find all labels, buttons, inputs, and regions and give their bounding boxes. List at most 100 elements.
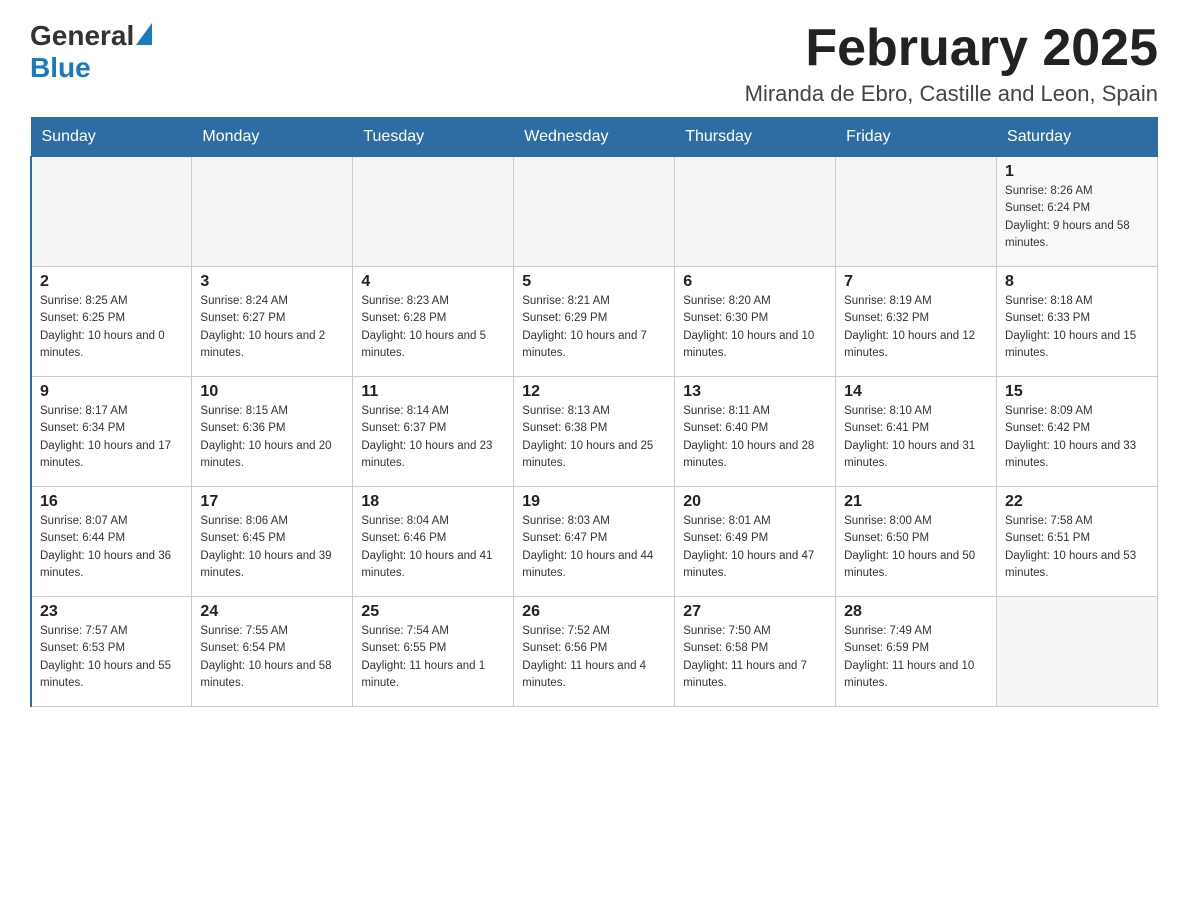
day-number: 21 bbox=[844, 493, 988, 511]
day-number: 25 bbox=[361, 603, 505, 621]
day-info: Sunrise: 8:18 AMSunset: 6:33 PMDaylight:… bbox=[1005, 293, 1149, 362]
day-cell: 2Sunrise: 8:25 AMSunset: 6:25 PMDaylight… bbox=[31, 267, 192, 377]
day-info: Sunrise: 8:25 AMSunset: 6:25 PMDaylight:… bbox=[40, 293, 183, 362]
day-number: 5 bbox=[522, 273, 666, 291]
week-row-4: 16 Sunrise: 8:07 AMSunset: 6:44 PMDayligh… bbox=[31, 487, 1158, 597]
day-cell bbox=[836, 157, 997, 267]
day-number: 15 bbox=[1005, 383, 1149, 401]
day-info: Sunrise: 8:13 AMSunset: 6:38 PMDaylight:… bbox=[522, 403, 666, 472]
day-cell: 10 Sunrise: 8:15 AMSunset: 6:36 PMDayligh… bbox=[192, 377, 353, 487]
day-number: 4 bbox=[361, 273, 505, 291]
day-cell: 11 Sunrise: 8:14 AMSunset: 6:37 PMDayligh… bbox=[353, 377, 514, 487]
day-info: Sunrise: 8:14 AMSunset: 6:37 PMDaylight:… bbox=[361, 403, 505, 472]
day-info: Sunrise: 8:23 AMSunset: 6:28 PMDaylight:… bbox=[361, 293, 505, 362]
day-cell: 23 Sunrise: 7:57 AMSunset: 6:53 PMDayligh… bbox=[31, 597, 192, 707]
day-cell bbox=[31, 157, 192, 267]
day-cell: 16 Sunrise: 8:07 AMSunset: 6:44 PMDayligh… bbox=[31, 487, 192, 597]
day-info: Sunrise: 8:07 AMSunset: 6:44 PMDaylight:… bbox=[40, 513, 183, 582]
day-number: 18 bbox=[361, 493, 505, 511]
logo-general: General bbox=[30, 20, 134, 52]
day-number: 9 bbox=[40, 383, 183, 401]
location-title: Miranda de Ebro, Castille and Leon, Spai… bbox=[745, 81, 1158, 107]
day-info: Sunrise: 8:24 AMSunset: 6:27 PMDaylight:… bbox=[200, 293, 344, 362]
month-title: February 2025 bbox=[745, 20, 1158, 77]
day-cell: 4 Sunrise: 8:23 AMSunset: 6:28 PMDaylight… bbox=[353, 267, 514, 377]
day-number: 22 bbox=[1005, 493, 1149, 511]
day-info: Sunrise: 8:20 AMSunset: 6:30 PMDaylight:… bbox=[683, 293, 827, 362]
day-cell bbox=[192, 157, 353, 267]
day-cell: 1 Sunrise: 8:26 AMSunset: 6:24 PMDaylight… bbox=[997, 157, 1158, 267]
day-cell: 3 Sunrise: 8:24 AMSunset: 6:27 PMDaylight… bbox=[192, 267, 353, 377]
day-number: 1 bbox=[1005, 163, 1149, 181]
day-number: 20 bbox=[683, 493, 827, 511]
day-cell: 22 Sunrise: 7:58 AMSunset: 6:51 PMDayligh… bbox=[997, 487, 1158, 597]
day-cell: 17Sunrise: 8:06 AMSunset: 6:45 PMDayligh… bbox=[192, 487, 353, 597]
day-number: 24 bbox=[200, 603, 344, 621]
day-cell: 9 Sunrise: 8:17 AMSunset: 6:34 PMDaylight… bbox=[31, 377, 192, 487]
day-number: 19 bbox=[522, 493, 666, 511]
day-number: 26 bbox=[522, 603, 666, 621]
day-cell: 20 Sunrise: 8:01 AMSunset: 6:49 PMDayligh… bbox=[675, 487, 836, 597]
calendar-table: SundayMondayTuesdayWednesdayThursdayFrid… bbox=[30, 117, 1158, 707]
day-cell: 8 Sunrise: 8:18 AMSunset: 6:33 PMDaylight… bbox=[997, 267, 1158, 377]
week-row-5: 23 Sunrise: 7:57 AMSunset: 6:53 PMDayligh… bbox=[31, 597, 1158, 707]
day-info: Sunrise: 8:06 AMSunset: 6:45 PMDaylight:… bbox=[200, 513, 344, 582]
day-number: 10 bbox=[200, 383, 344, 401]
day-info: Sunrise: 7:54 AMSunset: 6:55 PMDaylight:… bbox=[361, 623, 505, 692]
title-section: February 2025 Miranda de Ebro, Castille … bbox=[745, 20, 1158, 107]
day-info: Sunrise: 8:26 AMSunset: 6:24 PMDaylight:… bbox=[1005, 183, 1149, 252]
day-cell: 14 Sunrise: 8:10 AMSunset: 6:41 PMDayligh… bbox=[836, 377, 997, 487]
day-info: Sunrise: 8:19 AMSunset: 6:32 PMDaylight:… bbox=[844, 293, 988, 362]
day-info: Sunrise: 7:55 AMSunset: 6:54 PMDaylight:… bbox=[200, 623, 344, 692]
week-row-2: 2Sunrise: 8:25 AMSunset: 6:25 PMDaylight… bbox=[31, 267, 1158, 377]
logo-blue: Blue bbox=[30, 52, 91, 83]
day-cell: 7 Sunrise: 8:19 AMSunset: 6:32 PMDaylight… bbox=[836, 267, 997, 377]
week-row-3: 9 Sunrise: 8:17 AMSunset: 6:34 PMDaylight… bbox=[31, 377, 1158, 487]
day-number: 11 bbox=[361, 383, 505, 401]
day-number: 27 bbox=[683, 603, 827, 621]
weekday-header-tuesday: Tuesday bbox=[353, 118, 514, 157]
day-number: 7 bbox=[844, 273, 988, 291]
weekday-header-friday: Friday bbox=[836, 118, 997, 157]
day-info: Sunrise: 8:15 AMSunset: 6:36 PMDaylight:… bbox=[200, 403, 344, 472]
day-info: Sunrise: 7:58 AMSunset: 6:51 PMDaylight:… bbox=[1005, 513, 1149, 582]
day-cell: 21 Sunrise: 8:00 AMSunset: 6:50 PMDayligh… bbox=[836, 487, 997, 597]
day-number: 14 bbox=[844, 383, 988, 401]
day-number: 28 bbox=[844, 603, 988, 621]
day-cell: 18 Sunrise: 8:04 AMSunset: 6:46 PMDayligh… bbox=[353, 487, 514, 597]
day-cell: 19Sunrise: 8:03 AMSunset: 6:47 PMDayligh… bbox=[514, 487, 675, 597]
day-number: 13 bbox=[683, 383, 827, 401]
day-info: Sunrise: 7:50 AMSunset: 6:58 PMDaylight:… bbox=[683, 623, 827, 692]
day-info: Sunrise: 8:10 AMSunset: 6:41 PMDaylight:… bbox=[844, 403, 988, 472]
day-number: 23 bbox=[40, 603, 183, 621]
weekday-header-row: SundayMondayTuesdayWednesdayThursdayFrid… bbox=[31, 118, 1158, 157]
day-cell: 6 Sunrise: 8:20 AMSunset: 6:30 PMDaylight… bbox=[675, 267, 836, 377]
day-cell bbox=[514, 157, 675, 267]
day-cell bbox=[353, 157, 514, 267]
week-row-1: 1 Sunrise: 8:26 AMSunset: 6:24 PMDaylight… bbox=[31, 157, 1158, 267]
logo-arrow-icon bbox=[136, 23, 152, 45]
day-cell bbox=[997, 597, 1158, 707]
day-number: 6 bbox=[683, 273, 827, 291]
day-cell: 26Sunrise: 7:52 AMSunset: 6:56 PMDayligh… bbox=[514, 597, 675, 707]
day-info: Sunrise: 8:00 AMSunset: 6:50 PMDaylight:… bbox=[844, 513, 988, 582]
weekday-header-monday: Monday bbox=[192, 118, 353, 157]
day-info: Sunrise: 7:49 AMSunset: 6:59 PMDaylight:… bbox=[844, 623, 988, 692]
day-cell: 13 Sunrise: 8:11 AMSunset: 6:40 PMDayligh… bbox=[675, 377, 836, 487]
day-info: Sunrise: 7:57 AMSunset: 6:53 PMDaylight:… bbox=[40, 623, 183, 692]
day-info: Sunrise: 8:04 AMSunset: 6:46 PMDaylight:… bbox=[361, 513, 505, 582]
day-info: Sunrise: 8:17 AMSunset: 6:34 PMDaylight:… bbox=[40, 403, 183, 472]
day-number: 8 bbox=[1005, 273, 1149, 291]
day-info: Sunrise: 8:01 AMSunset: 6:49 PMDaylight:… bbox=[683, 513, 827, 582]
day-number: 3 bbox=[200, 273, 344, 291]
day-info: Sunrise: 8:11 AMSunset: 6:40 PMDaylight:… bbox=[683, 403, 827, 472]
logo: General Blue bbox=[30, 20, 152, 84]
day-number: 16 bbox=[40, 493, 183, 511]
day-cell: 28 Sunrise: 7:49 AMSunset: 6:59 PMDayligh… bbox=[836, 597, 997, 707]
day-cell: 24 Sunrise: 7:55 AMSunset: 6:54 PMDayligh… bbox=[192, 597, 353, 707]
weekday-header-wednesday: Wednesday bbox=[514, 118, 675, 157]
weekday-header-saturday: Saturday bbox=[997, 118, 1158, 157]
day-info: Sunrise: 8:21 AMSunset: 6:29 PMDaylight:… bbox=[522, 293, 666, 362]
weekday-header-thursday: Thursday bbox=[675, 118, 836, 157]
day-cell: 15Sunrise: 8:09 AMSunset: 6:42 PMDayligh… bbox=[997, 377, 1158, 487]
